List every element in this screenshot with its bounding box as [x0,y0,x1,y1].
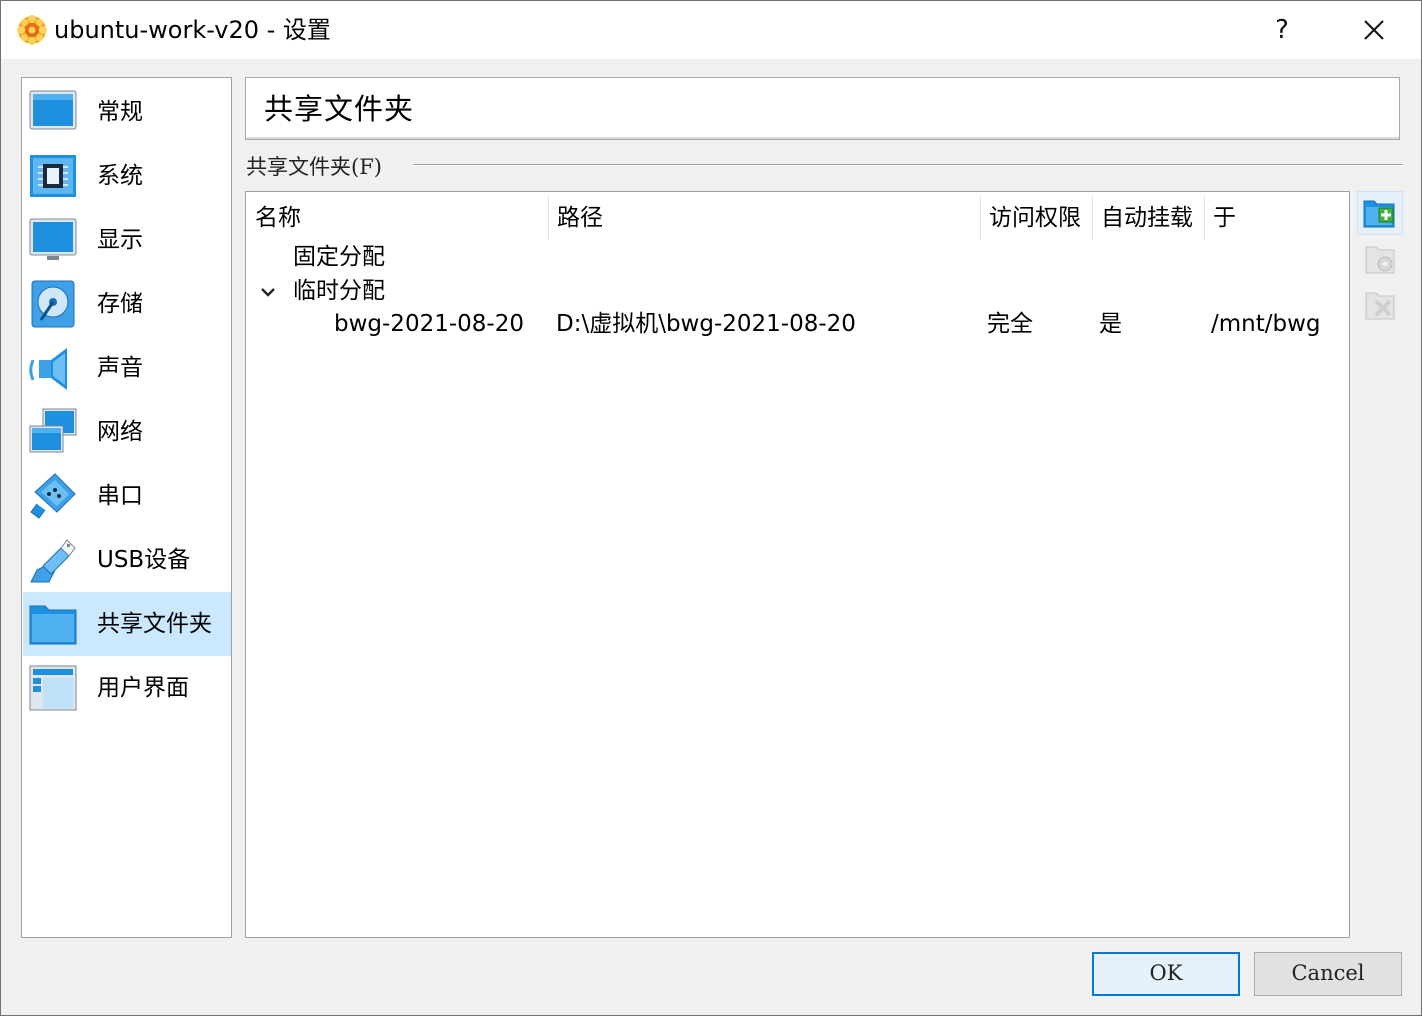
column-header-name[interactable]: 名称 [255,198,545,242]
page-title: 共享文件夹 [264,92,415,126]
sidebar-item-label: 常规 [97,99,143,125]
user-interface-icon [29,665,77,711]
sidebar-item-label: USB设备 [97,547,191,573]
column-separator [1092,196,1093,240]
row-auto-mount: 是 [1099,311,1122,337]
sidebar-item-general[interactable]: 常规 [23,80,231,144]
sidebar-item-label: 网络 [97,419,143,445]
tree-group-temporary[interactable]: 临时分配 [293,276,385,306]
edit-shared-folder-icon [1365,246,1395,274]
sidebar-item-storage[interactable]: 存储 [23,272,231,336]
sidebar-item-label: 显示 [97,227,143,253]
window-title: ubuntu-work-v20 - 设置 [54,16,331,44]
storage-disk-icon [31,280,75,328]
column-header-path[interactable]: 路径 [557,198,977,242]
sidebar-item-network[interactable]: 网络 [23,400,231,464]
shared-folders-tree[interactable]: 名称 路径 访问权限 自动挂载 于 固定分配 临时分配 bwg-2021-08-… [245,191,1350,938]
group-divider [413,164,1403,166]
speaker-icon [29,348,67,390]
column-header-auto-mount[interactable]: 自动挂载 [1101,198,1205,242]
row-path: D:\虚拟机\bwg-2021-08-20 [556,311,856,337]
chevron-down-icon[interactable] [258,282,278,302]
sidebar-item-display[interactable]: 显示 [23,208,231,272]
settings-window: ubuntu-work-v20 - 设置 ? 常规 系统 显示 存储 声音 网络… [0,0,1422,1016]
usb-icon [30,539,76,583]
close-icon [1364,20,1384,40]
shared-folder-icon [29,605,77,645]
add-shared-folder-icon [1363,200,1395,228]
shared-folders-group-label: 共享文件夹(F) [246,155,382,179]
sidebar-item-system[interactable]: 系统 [23,144,231,208]
network-icon [29,408,77,453]
help-button[interactable]: ? [1249,1,1315,59]
sidebar-item-serial[interactable]: 串口 [23,464,231,528]
tree-group-fixed[interactable]: 固定分配 [293,242,385,272]
sidebar-item-label: 声音 [97,355,143,381]
sidebar-item-user-interface[interactable]: 用户界面 [23,656,231,720]
sidebar-item-label: 存储 [97,291,143,317]
column-separator [1204,196,1205,240]
chip-icon [30,155,76,197]
edit-shared-folder-button[interactable] [1357,237,1403,281]
row-access: 完全 [987,311,1033,337]
column-header-access[interactable]: 访问权限 [989,198,1091,242]
page-header: 共享文件夹 [245,77,1400,140]
settings-sidebar: 常规 系统 显示 存储 声音 网络 串口 USB设备 共享文件夹 用户界面 [21,77,232,938]
sidebar-item-shared-folders[interactable]: 共享文件夹 [23,592,231,656]
general-monitor-icon [29,90,77,130]
close-button[interactable] [1341,1,1407,59]
ok-button[interactable]: OK [1092,952,1240,996]
add-shared-folder-button[interactable] [1357,191,1403,235]
sidebar-item-audio[interactable]: 声音 [23,336,231,400]
sidebar-item-label: 共享文件夹 [97,611,212,637]
cancel-button[interactable]: Cancel [1254,952,1402,996]
remove-shared-folder-button[interactable] [1357,283,1403,327]
column-header-mount-point[interactable]: 于 [1213,198,1333,242]
column-separator [548,196,549,240]
sidebar-item-label: 串口 [97,483,143,509]
row-mount-point: /mnt/bwg [1211,311,1321,337]
sidebar-item-label: 用户界面 [97,675,189,701]
serial-port-icon [30,473,76,519]
sidebar-item-usb[interactable]: USB设备 [23,528,231,592]
title-bar: ubuntu-work-v20 - 设置 ? [1,1,1421,59]
virtualbox-app-icon [17,15,47,45]
sidebar-item-label: 系统 [97,163,143,189]
row-name: bwg-2021-08-20 [334,311,524,337]
column-separator [980,196,981,240]
display-monitor-icon [29,218,77,260]
remove-shared-folder-icon [1365,292,1395,320]
